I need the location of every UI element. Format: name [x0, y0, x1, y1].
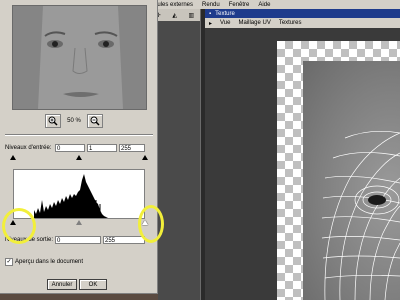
input-black-field[interactable]: 0	[55, 144, 85, 152]
uv-viewport[interactable]	[205, 28, 400, 300]
highlight-circle-right	[138, 205, 164, 243]
uv-menu-view[interactable]: Vue	[220, 20, 230, 26]
output-white-field[interactable]: 255	[103, 236, 145, 244]
uv-mesh-overlay	[321, 131, 400, 300]
uv-menu-uv-mesh[interactable]: Maillage UV	[238, 20, 270, 26]
preview-checkbox-row[interactable]: ✓ Aperçu dans le document	[5, 258, 83, 266]
split-icon[interactable]: ▥	[189, 12, 195, 19]
uv-menu-textures[interactable]: Textures	[279, 20, 302, 26]
uv-editor-title: Texture	[215, 10, 235, 17]
marker-white	[142, 155, 148, 160]
zoom-out-icon	[90, 116, 100, 126]
uv-editor-menubar: ▸ Vue Maillage UV Textures	[205, 18, 400, 28]
uv-editor-panel: ▪ Texture ▸ Vue Maillage UV Textures	[205, 9, 400, 300]
histogram	[13, 169, 145, 219]
zoom-controls: 50 %	[45, 114, 103, 128]
expand-icon[interactable]: ▸	[209, 20, 212, 27]
cancel-button[interactable]: Annuler	[47, 279, 77, 290]
histogram-bars	[34, 174, 108, 218]
input-gamma-field[interactable]: 1	[87, 144, 117, 152]
zoom-in-button[interactable]	[45, 114, 61, 128]
input-white-field[interactable]: 255	[119, 144, 145, 152]
uv-editor-titlebar: ▪ Texture	[205, 9, 400, 18]
menu-item-plugins[interactable]: dules externes	[154, 2, 193, 8]
input-levels-label: Niveaux d'entrée:	[5, 145, 52, 151]
menubar: dules externes Rendu Fenêtre Aide	[150, 0, 400, 9]
preview-checkbox[interactable]: ✓	[5, 258, 13, 266]
marker-gamma	[76, 155, 82, 160]
menu-item-help[interactable]: Aide	[258, 2, 270, 8]
highlight-circle-left	[2, 208, 36, 244]
output-black-field[interactable]: 0	[55, 236, 101, 244]
ok-button[interactable]: OK	[79, 279, 107, 290]
zoom-value: 50 %	[67, 118, 81, 124]
menu-item-render[interactable]: Rendu	[202, 2, 220, 8]
zoom-in-icon	[48, 116, 58, 126]
preview-thumbnail	[12, 5, 147, 110]
window-icon: ▪	[209, 10, 212, 17]
separator	[5, 134, 153, 136]
preview-checkbox-label: Aperçu dans le document	[15, 259, 84, 265]
marker-black	[10, 155, 16, 160]
triangle-icon[interactable]: ◭	[172, 12, 177, 19]
input-markers	[10, 155, 148, 161]
menu-item-window[interactable]: Fenêtre	[229, 2, 250, 8]
zoom-out-button[interactable]	[87, 114, 103, 128]
levels-dialog: 50 % Niveaux d'entrée: 0 1 255 Niveaux d…	[0, 0, 158, 294]
input-gamma-handle[interactable]	[76, 220, 82, 225]
background-strip	[0, 294, 158, 300]
